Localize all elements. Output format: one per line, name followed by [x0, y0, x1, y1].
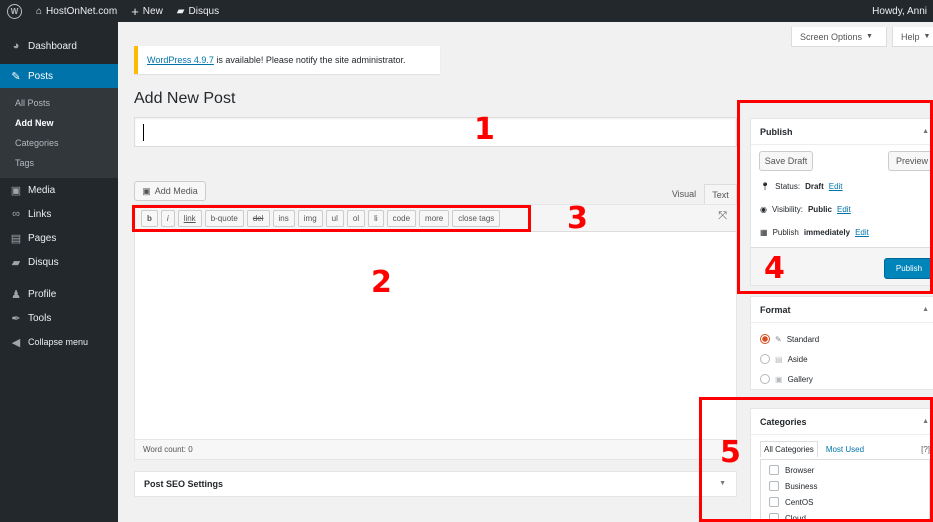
comment-icon: ▰ [176, 5, 185, 17]
menu-label: Media [28, 184, 56, 196]
disqus-label: Disqus [188, 5, 220, 17]
text-cursor [143, 124, 144, 141]
menu-label: Dashboard [28, 40, 77, 52]
menu-label: Tools [28, 312, 52, 324]
annotation-number-2: 2 [371, 265, 392, 300]
tab-visual[interactable]: Visual [666, 184, 702, 204]
menu-label: Posts [28, 70, 54, 82]
post-seo-settings-box[interactable]: Post SEO Settings ▼ [134, 471, 737, 497]
notice-text: is available! Please notify the site adm… [213, 55, 406, 65]
tab-text[interactable]: Text [704, 184, 737, 204]
format-label: Standard [786, 334, 820, 344]
annotation-number-1: 1 [474, 112, 495, 147]
format-option-standard[interactable]: ✎ Standard [751, 329, 933, 349]
admin-bar: W ⌂ HostOnNet.com + New ▰ Disqus Howdy, … [0, 0, 933, 22]
plus-icon: + [131, 3, 139, 19]
menu-label: Disqus [28, 256, 59, 268]
screen-options-label: Screen Options [800, 31, 863, 42]
submenu-all-posts[interactable]: All Posts [0, 93, 118, 113]
post-content-editor[interactable]: b i link b-quote del ins img ul ol li co… [134, 204, 737, 460]
new-label: New [142, 5, 163, 17]
pushpin-icon: ✎ [11, 70, 21, 83]
wp-logo-menu[interactable]: W [0, 0, 29, 22]
add-media-label: Add Media [154, 186, 198, 196]
user-icon: ♟ [11, 288, 21, 301]
menu-label: Pages [28, 232, 57, 244]
annotation-number-4: 4 [764, 251, 785, 286]
link-icon: ∞ [12, 208, 20, 220]
submenu-add-new[interactable]: Add New [0, 113, 118, 133]
format-box: Format ▲ ✎ Standard ▤ Aside ▣ Gallery [750, 296, 933, 390]
seo-box-title: Post SEO Settings [144, 479, 224, 489]
collapse-menu-button[interactable]: ◀ Collapse menu [0, 330, 118, 354]
format-option-aside[interactable]: ▤ Aside [751, 349, 933, 369]
annotation-number-5: 5 [720, 435, 741, 470]
fullscreen-icon[interactable]: ⤧ [718, 210, 727, 223]
update-link[interactable]: WordPress 4.9.7 [147, 55, 214, 65]
pushpin-icon: ✎ [775, 334, 782, 344]
new-content-link[interactable]: + New [124, 0, 170, 22]
menu-profile[interactable]: ♟ Profile [0, 282, 118, 306]
menu-links[interactable]: ∞ Links [0, 202, 118, 226]
menu-posts[interactable]: ✎ Posts [0, 64, 118, 88]
page-title: Add New Post [134, 90, 236, 107]
menu-media[interactable]: ▣ Media [0, 178, 118, 202]
admin-sidebar: ◕ Dashboard ✎ Posts All Posts Add New Ca… [0, 22, 118, 522]
wrench-icon: ✒ [11, 312, 21, 325]
format-label: Aside [787, 354, 808, 364]
radio-button[interactable] [760, 374, 770, 384]
menu-dashboard[interactable]: ◕ Dashboard [0, 34, 118, 58]
submenu-tags[interactable]: Tags [0, 153, 118, 173]
annotation-number-3: 3 [567, 201, 588, 236]
add-media-button[interactable]: ▣ Add Media [134, 181, 206, 201]
format-option-gallery[interactable]: ▣ Gallery [751, 369, 933, 389]
screen-options-tab[interactable]: Screen Options ▼ [791, 27, 887, 47]
dashboard-icon: ◕ [12, 40, 20, 52]
media-icon: ▣ [142, 185, 151, 196]
menu-disqus[interactable]: ▰ Disqus [0, 250, 118, 274]
word-count: Word count: 0 [135, 439, 736, 459]
comment-icon: ▰ [11, 256, 21, 269]
submenu-categories[interactable]: Categories [0, 133, 118, 153]
home-icon: ⌂ [36, 5, 43, 17]
account-menu[interactable]: Howdy, Anni [872, 6, 933, 17]
collapse-icon: ◀ [11, 336, 21, 349]
format-label: Gallery [787, 374, 813, 384]
aside-icon: ▤ [775, 354, 783, 364]
site-name: HostOnNet.com [46, 5, 118, 17]
annotation-box-toolbar [132, 205, 531, 232]
caret-down-icon: ▼ [923, 33, 931, 40]
help-tab[interactable]: Help ▼ [892, 27, 933, 47]
pages-icon: ▤ [10, 232, 22, 245]
format-box-title: Format [760, 304, 791, 315]
gallery-icon: ▣ [775, 374, 783, 384]
posts-submenu: All Posts Add New Categories Tags [0, 88, 118, 178]
help-label: Help [901, 31, 920, 42]
menu-pages[interactable]: ▤ Pages [0, 226, 118, 250]
menu-label: Profile [28, 288, 57, 300]
update-notice: WordPress 4.9.7 is available! Please not… [134, 46, 440, 74]
post-title-input[interactable] [134, 117, 737, 147]
site-name-link[interactable]: ⌂ HostOnNet.com [29, 0, 124, 22]
toggle-arrow-icon[interactable]: ▲ [922, 306, 929, 313]
menu-tools[interactable]: ✒ Tools [0, 306, 118, 330]
radio-button[interactable] [760, 354, 770, 364]
radio-button[interactable] [760, 334, 770, 344]
wordpress-logo-icon: W [7, 3, 22, 19]
media-icon: ▣ [10, 184, 22, 197]
disqus-link[interactable]: ▰ Disqus [170, 0, 226, 22]
menu-label: Links [28, 208, 52, 220]
caret-down-icon: ▼ [866, 33, 873, 40]
menu-label: Collapse menu [28, 337, 89, 347]
format-box-header[interactable]: Format ▲ [751, 297, 933, 323]
